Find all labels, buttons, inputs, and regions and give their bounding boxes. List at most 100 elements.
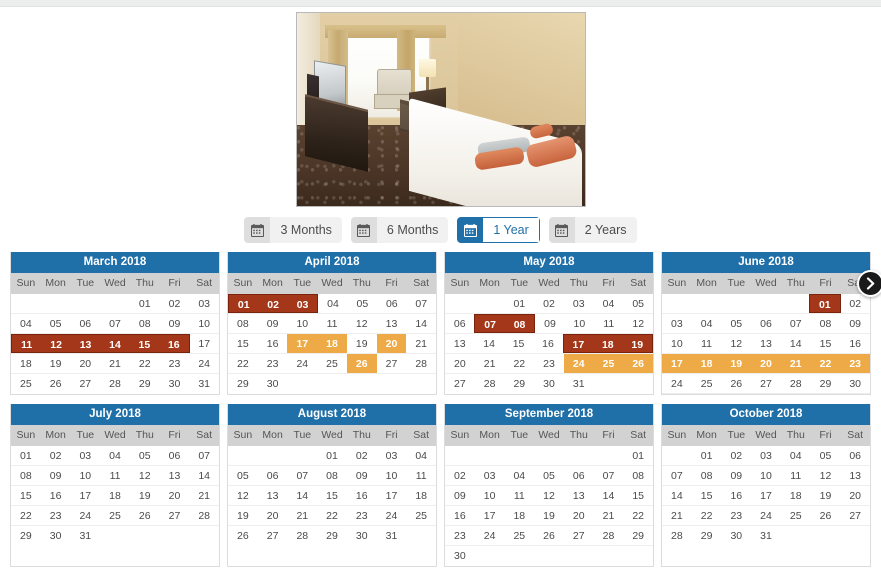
calendar-day-cell[interactable]: 06 [840,446,870,465]
calendar-day-cell[interactable]: 12 [347,314,377,333]
calendar-day-cell[interactable]: 26 [811,506,841,525]
calendar-day-cell[interactable]: 10 [287,314,317,333]
calendar-day-cell[interactable]: 04 [100,446,130,465]
calendar-day-cell[interactable]: 21 [406,334,436,353]
calendar-day-cell[interactable]: 07 [407,294,436,313]
calendar-day-cell[interactable]: 08 [504,314,536,333]
calendar-day-cell[interactable]: 20 [564,506,594,525]
calendar-day-cell[interactable]: 29 [504,374,534,394]
calendar-day-cell[interactable]: 24 [563,354,594,373]
calendar-day-cell[interactable]: 07 [594,466,624,485]
calendar-day-cell[interactable]: 23 [721,506,751,525]
calendar-day-cell[interactable]: 03 [475,466,505,485]
duration-tab-6-months[interactable]: 6 Months [350,217,449,243]
calendar-day-cell[interactable]: 31 [377,526,407,546]
calendar-day-cell[interactable]: 23 [347,506,377,525]
calendar-day-cell[interactable]: 17 [70,486,100,505]
calendar-day-cell[interactable]: 22 [317,506,347,525]
calendar-day-cell[interactable]: 01 [130,294,160,313]
calendar-day-cell[interactable]: 04 [781,446,811,465]
calendar-day-cell[interactable]: 23 [258,354,288,373]
calendar-day-cell[interactable]: 01 [809,294,841,313]
calendar-day-cell[interactable]: 03 [287,294,319,313]
calendar-day-cell[interactable]: 27 [160,506,190,525]
calendar-day-cell[interactable]: 27 [258,526,288,546]
calendar-day-cell[interactable]: 24 [377,506,407,525]
calendar-day-cell[interactable]: 28 [662,526,692,546]
calendar-day-cell[interactable]: 18 [11,354,41,373]
calendar-day-cell[interactable]: 05 [811,446,841,465]
calendar-day-cell[interactable]: 10 [565,314,594,333]
calendar-day-cell[interactable]: 16 [533,334,562,353]
calendar-day-cell[interactable]: 22 [11,506,41,525]
calendar-day-cell[interactable]: 12 [721,334,751,353]
calendar-day-cell[interactable]: 22 [810,354,841,373]
calendar-day-cell[interactable]: 11 [692,334,722,353]
calendar-day-cell[interactable]: 14 [100,334,130,353]
calendar-day-cell[interactable]: 22 [692,506,722,525]
calendar-day-cell[interactable]: 11 [11,334,42,353]
calendar-day-cell[interactable]: 30 [445,546,475,566]
calendar-day-cell[interactable]: 17 [562,334,594,353]
calendar-day-cell[interactable]: 24 [475,526,505,545]
calendar-day-cell[interactable]: 10 [377,466,407,485]
calendar-day-cell[interactable]: 13 [564,486,594,505]
calendar-day-cell[interactable]: 13 [377,314,407,333]
calendar-day-cell[interactable]: 22 [228,354,258,373]
calendar-day-cell[interactable]: 03 [189,294,219,313]
calendar-day-cell[interactable]: 01 [504,294,534,313]
next-months-button[interactable] [857,270,881,297]
calendar-day-cell[interactable]: 08 [11,466,41,485]
calendar-day-cell[interactable]: 07 [474,314,505,333]
calendar-day-cell[interactable]: 02 [258,294,288,313]
calendar-day-cell[interactable]: 21 [189,486,219,505]
calendar-day-cell[interactable]: 18 [781,486,811,505]
calendar-day-cell[interactable]: 13 [840,466,870,485]
calendar-day-cell[interactable]: 03 [377,446,407,465]
calendar-day-cell[interactable]: 28 [406,354,436,373]
calendar-day-cell[interactable]: 06 [258,466,288,485]
calendar-day-cell[interactable]: 18 [317,334,347,353]
calendar-day-cell[interactable]: 25 [504,526,534,545]
calendar-day-cell[interactable]: 01 [228,294,259,313]
calendar-day-cell[interactable]: 28 [100,374,130,394]
calendar-day-cell[interactable]: 29 [811,374,841,393]
calendar-day-cell[interactable]: 16 [159,334,190,353]
calendar-day-cell[interactable]: 21 [594,506,624,525]
calendar-day-cell[interactable]: 14 [781,334,811,353]
calendar-day-cell[interactable]: 22 [130,354,160,373]
calendar-day-cell[interactable]: 09 [721,466,751,485]
calendar-day-cell[interactable]: 09 [535,314,564,333]
calendar-day-cell[interactable]: 15 [811,334,841,353]
calendar-day-cell[interactable]: 29 [228,374,258,394]
calendar-day-cell[interactable]: 01 [692,446,722,465]
calendar-day-cell[interactable]: 17 [751,486,781,505]
calendar-day-cell[interactable]: 02 [347,446,377,465]
calendar-day-cell[interactable]: 08 [811,314,841,333]
calendar-day-cell[interactable]: 03 [70,446,100,465]
calendar-day-cell[interactable]: 09 [840,314,870,333]
calendar-day-cell[interactable]: 12 [228,486,258,505]
calendar-day-cell[interactable]: 26 [346,354,377,373]
calendar-day-cell[interactable]: 02 [41,446,71,465]
calendar-day-cell[interactable]: 02 [534,294,564,313]
calendar-day-cell[interactable]: 07 [100,314,130,333]
calendar-day-cell[interactable]: 12 [534,486,564,505]
calendar-day-cell[interactable]: 28 [594,526,624,545]
calendar-day-cell[interactable]: 04 [318,294,347,313]
calendar-day-cell[interactable]: 17 [190,334,219,353]
calendar-day-cell[interactable]: 21 [100,354,130,373]
calendar-day-cell[interactable]: 23 [160,354,190,373]
calendar-day-cell[interactable]: 25 [692,374,722,393]
calendar-day-cell[interactable]: 13 [445,334,474,353]
calendar-day-cell[interactable]: 03 [662,314,692,333]
calendar-day-cell[interactable]: 27 [377,354,407,373]
calendar-day-cell[interactable]: 27 [564,526,594,545]
calendar-day-cell[interactable]: 21 [287,506,317,525]
calendar-day-cell[interactable]: 13 [751,334,781,353]
calendar-day-cell[interactable]: 12 [811,466,841,485]
calendar-day-cell[interactable]: 07 [287,466,317,485]
calendar-day-cell[interactable]: 15 [129,334,160,353]
calendar-day-cell[interactable]: 27 [840,506,870,525]
calendar-day-cell[interactable]: 16 [41,486,71,505]
